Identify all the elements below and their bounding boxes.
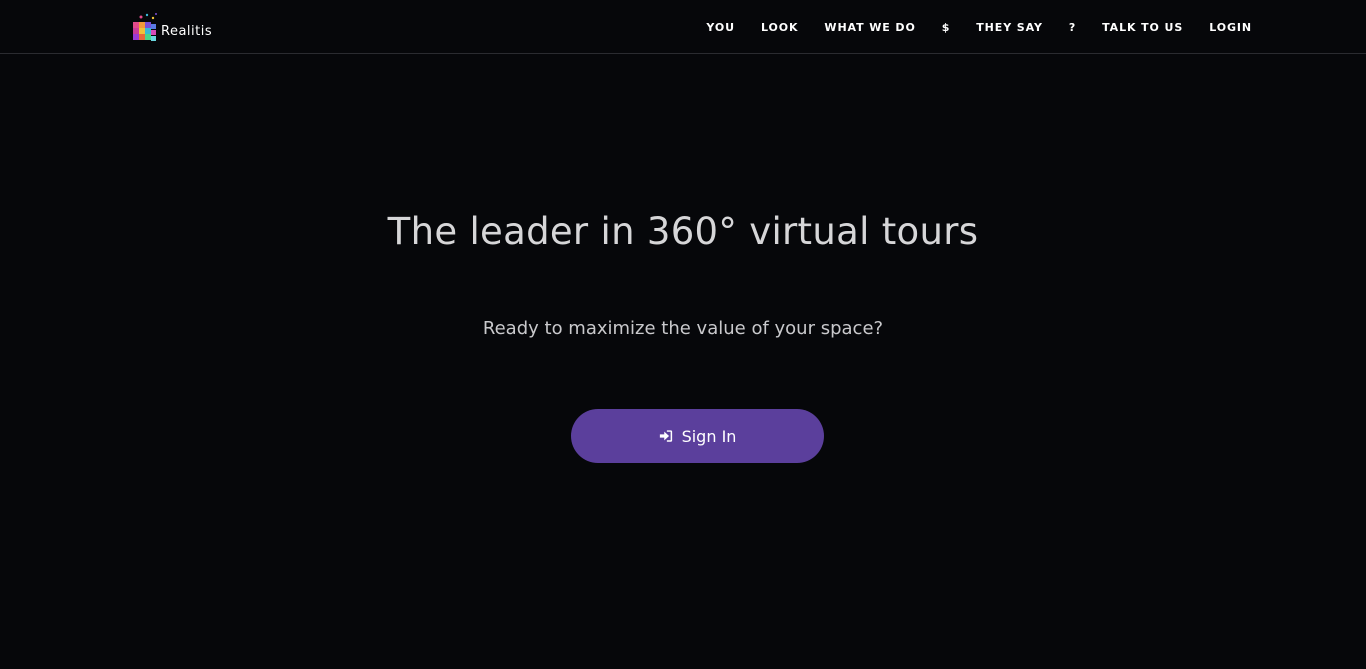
hero-title: The leader in 360° virtual tours	[387, 210, 979, 253]
nav-item-look[interactable]: LOOK	[761, 21, 798, 34]
sign-in-button[interactable]: Sign In	[571, 409, 824, 463]
nav-item-faq[interactable]: ?	[1069, 21, 1076, 34]
cube-logo-icon	[133, 13, 157, 41]
sign-in-icon	[659, 430, 672, 442]
nav-item-pricing[interactable]: $	[942, 21, 951, 34]
brand-logo[interactable]: Realitis	[131, 12, 212, 44]
brand-name: Realitis	[161, 23, 213, 39]
hero-subtitle: Ready to maximize the value of your spac…	[482, 318, 884, 339]
sign-in-label: Sign In	[681, 426, 737, 446]
nav-item-talk-to-us[interactable]: TALK TO US	[1102, 21, 1183, 34]
nav-item-they-say[interactable]: THEY SAY	[976, 21, 1043, 34]
main-nav: YOU LOOK WHAT WE DO $ THEY SAY ? TALK TO…	[680, 0, 1252, 54]
nav-item-what-we-do[interactable]: WHAT WE DO	[824, 21, 915, 34]
navbar: Realitis YOU LOOK WHAT WE DO $ THEY SAY …	[0, 0, 1366, 54]
nav-item-login[interactable]: LOGIN	[1209, 21, 1252, 34]
nav-item-you[interactable]: YOU	[706, 21, 735, 34]
